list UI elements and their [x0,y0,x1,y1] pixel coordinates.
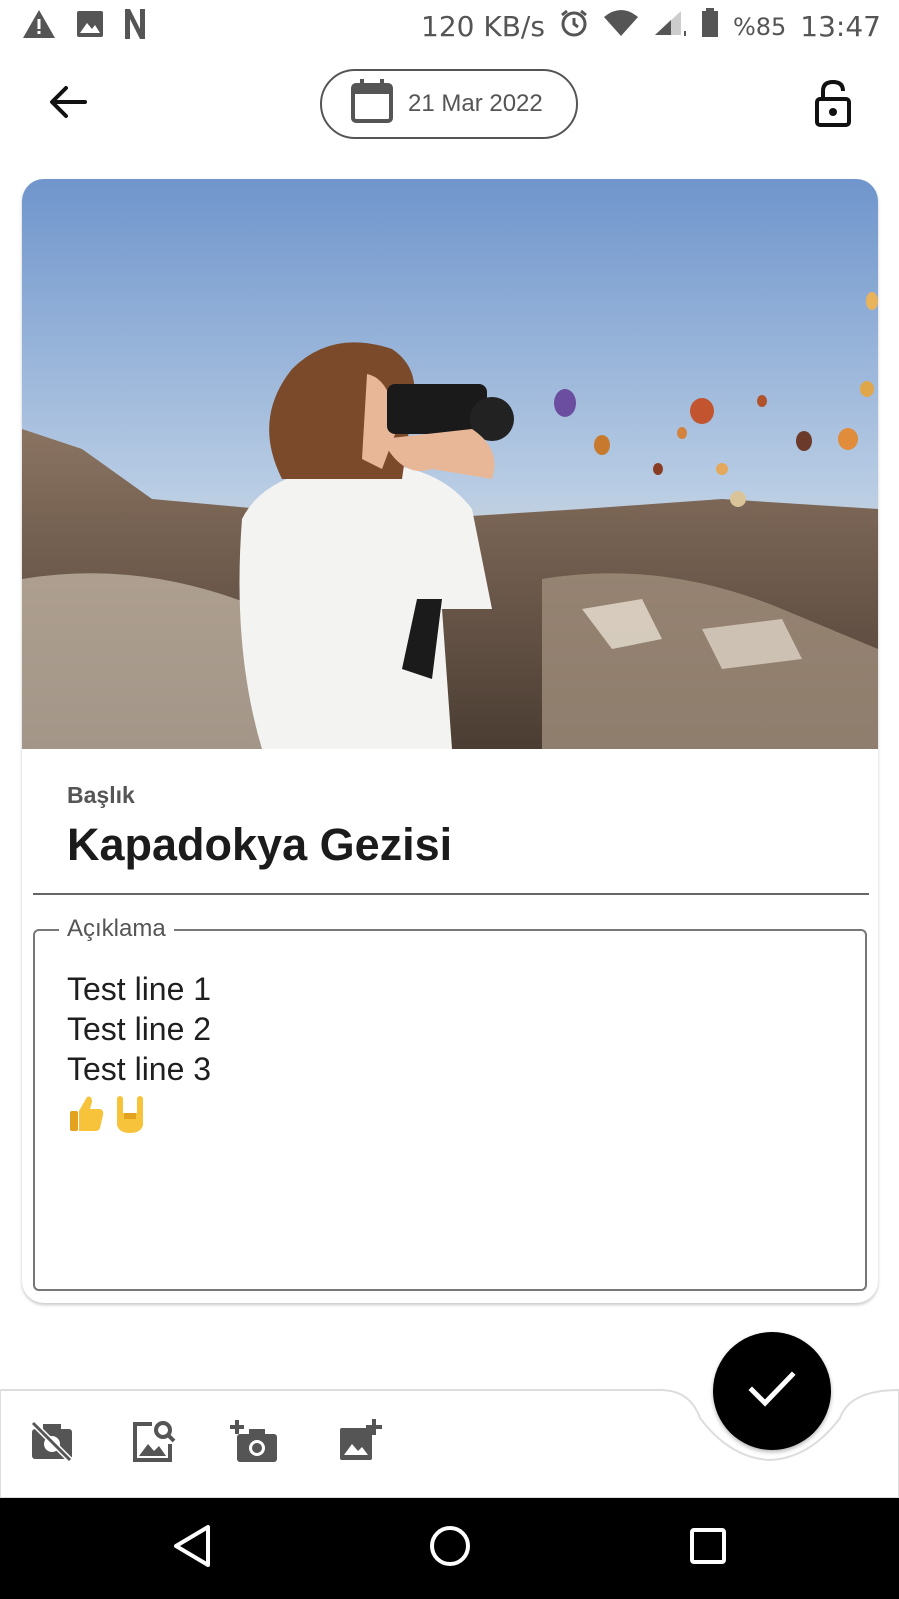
date-label: 21 Mar 2022 [408,90,543,117]
lock-open-icon [814,79,852,132]
status-bar: 120 KB/s %85 13:47 [0,0,899,52]
net-speed: 120 KB/s [421,10,545,43]
back-button[interactable] [44,80,92,128]
back-arrow-icon [49,85,87,124]
add-camera-button[interactable] [229,1418,279,1468]
no-photo-icon [29,1418,75,1469]
image-search-icon [130,1418,176,1469]
description-text[interactable]: Test line 1 Test line 2 Test line 3 [67,969,211,1144]
add-camera-icon [229,1418,279,1469]
check-icon [748,1369,796,1414]
image-icon [76,10,104,43]
battery-level: %85 [732,12,787,41]
clock: 13:47 [800,10,881,43]
cover-photo[interactable] [22,179,878,749]
description-line: Test line 3 [67,1051,212,1087]
nav-home-button[interactable] [420,1518,480,1578]
alarm-icon [559,8,589,45]
system-nav-bar [0,1498,899,1599]
description-label: Açıklama [59,915,174,943]
nav-back-button[interactable] [162,1518,222,1578]
nav-recents-button[interactable] [678,1518,738,1578]
image-search-button[interactable] [128,1418,178,1468]
description-field[interactable]: Açıklama Test line 1 Test line 2 Test li… [33,915,867,1291]
add-image-button[interactable] [335,1418,385,1468]
title-underline [33,893,869,895]
wifi-icon [603,9,639,44]
lock-toggle-button[interactable] [808,78,858,132]
add-image-icon [337,1418,383,1469]
calendar-icon [350,78,394,131]
remove-photo-button[interactable] [27,1418,77,1468]
signal-icon [653,9,687,44]
description-line: Test line 1 [67,971,212,1007]
title-label: Başlık [67,782,135,808]
entry-card: Başlık Kapadokya Gezisi Açıklama Test li… [22,179,878,1303]
nav-recents-icon [688,1526,728,1571]
nav-back-icon [172,1524,212,1573]
save-button[interactable] [713,1332,831,1450]
title-input[interactable]: Kapadokya Gezisi [67,819,452,871]
rock-on-icon [111,1093,149,1144]
description-line: Test line 2 [67,1011,212,1047]
date-picker-button[interactable]: 21 Mar 2022 [320,69,578,139]
thumbs-up-icon [67,1093,105,1144]
netflix-icon [124,8,146,45]
nav-home-icon [428,1524,472,1573]
battery-icon [701,8,719,45]
warning-icon [22,9,56,44]
